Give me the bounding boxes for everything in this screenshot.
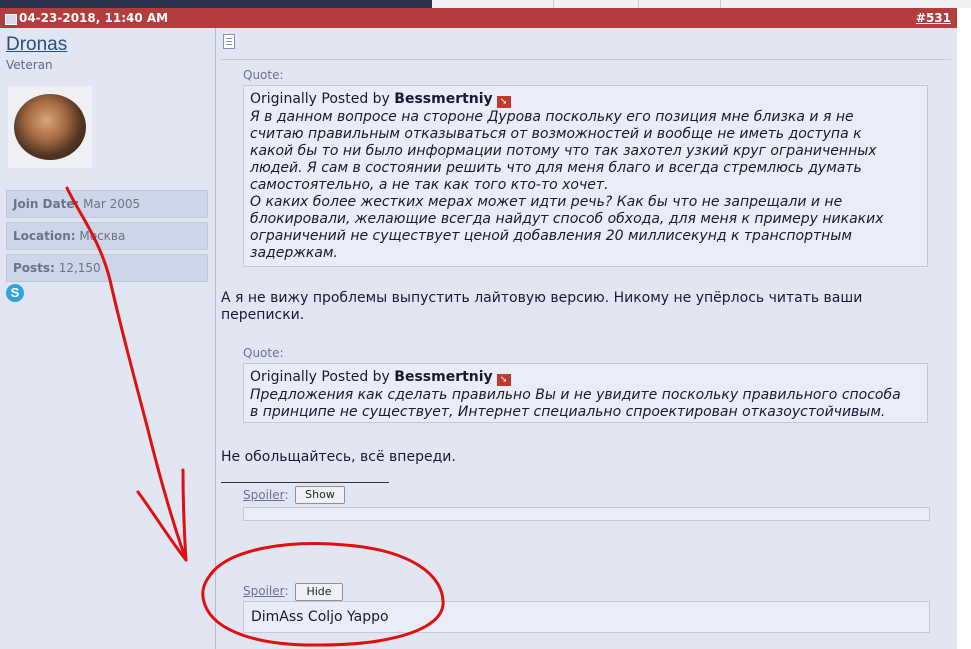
quote-header: Originally Posted by Bessmertniy ➘	[250, 91, 921, 108]
join-date-label: Join Date:	[13, 197, 80, 211]
posts-box: Posts: 12,150	[6, 254, 208, 282]
quote-line: какой бы то ни было информации потому чт…	[250, 143, 877, 159]
top-tab-strip	[0, 0, 971, 8]
post-number[interactable]: #531	[916, 11, 951, 25]
join-date-value: Mar 2005	[83, 197, 141, 211]
reply-text: А я не вижу проблемы выпустить лайтовую …	[221, 290, 862, 324]
location-value: Москва	[79, 229, 126, 243]
join-date-box: Join Date: Mar 2005	[6, 190, 208, 218]
reply-text-2: Не обольщайтесь, всё впереди.	[221, 449, 456, 465]
reply-line: А я не вижу проблемы выпустить лайтовую …	[221, 290, 863, 306]
tab-divider	[720, 0, 721, 8]
quote-label: Quote:	[243, 346, 284, 360]
avatar-pilot-image	[14, 94, 86, 160]
quote-box: Originally Posted by Bessmertniy ➘ Предло…	[243, 363, 928, 423]
spoiler-content-collapsed	[243, 507, 930, 521]
spoiler-label-colon: :	[284, 584, 289, 598]
spoiler-label-text: Spoiler	[243, 584, 285, 598]
location-box: Location: Москва	[6, 222, 208, 250]
quote-prefix: Originally Posted by	[250, 91, 390, 107]
quote-line: Предложения как сделать правильно Вы и н…	[250, 387, 901, 403]
quote-line: в принципе не существует, Интернет специ…	[250, 404, 886, 420]
divider	[221, 59, 951, 60]
quote-header: Originally Posted by Bessmertniy ➘	[250, 369, 921, 386]
quote-label: Quote:	[243, 68, 284, 82]
quote-prefix: Originally Posted by	[250, 369, 390, 385]
quote-text: Я в данном вопросе на стороне Дурова пос…	[250, 109, 921, 262]
spoiler-hide-button[interactable]: Hide	[295, 583, 343, 601]
post-date: 04-23-2018, 11:40 AM	[19, 11, 169, 25]
page-gutter	[957, 8, 971, 649]
quote-line: людей. Я сам в состоянии решить что для …	[250, 160, 862, 176]
post-header: 04-23-2018, 11:40 AM #531	[0, 8, 957, 28]
quote-line: ограничений не существует ценой добавлен…	[250, 228, 852, 244]
quote-line: блокировали, желающие всегда найдут спос…	[250, 211, 884, 227]
user-title: Veteran	[6, 58, 53, 72]
quote-line: О каких более жестких мерах может идти р…	[250, 194, 843, 210]
quote-text: Предложения как сделать правильно Вы и н…	[250, 387, 921, 421]
quote-author[interactable]: Bessmertniy	[394, 369, 492, 385]
skype-icon[interactable]: S	[6, 284, 24, 302]
spoiler-content-open: DimAss Coljo Yappo	[243, 601, 930, 633]
quote-author[interactable]: Bessmertniy	[394, 91, 492, 107]
spoiler-label: Spoiler:	[243, 488, 289, 502]
reply-line: переписки.	[221, 307, 305, 323]
post-number-link[interactable]: #531	[916, 11, 951, 25]
avatar[interactable]	[8, 86, 92, 168]
tab-divider	[553, 0, 554, 8]
view-post-arrow-icon[interactable]: ➘	[496, 374, 511, 386]
location-label: Location:	[13, 229, 76, 243]
spoiler-show-button[interactable]: Show	[295, 486, 345, 504]
user-info-pane: Dronas Veteran Join Date: Mar 2005 Locat…	[0, 28, 216, 649]
posts-value: 12,150	[58, 261, 101, 275]
username-link[interactable]: Dronas	[6, 34, 67, 56]
view-post-arrow-icon[interactable]: ➘	[496, 96, 511, 108]
quote-line: задержкам.	[250, 245, 338, 261]
spoiler-label: Spoiler:	[243, 584, 289, 598]
quote-line: Я в данном вопросе на стороне Дурова пос…	[250, 109, 854, 125]
spoiler-label-colon: :	[284, 488, 289, 502]
quote-line: самостоятельно, а не так как того кто-то…	[250, 177, 609, 193]
spoiler-label-text: Spoiler	[243, 488, 285, 502]
post-content: Quote: Originally Posted by Bessmertniy ➘…	[216, 28, 957, 649]
tab-divider	[638, 0, 639, 8]
posts-label: Posts:	[13, 261, 55, 275]
quote-box: Originally Posted by Bessmertniy ➘ Я в да…	[243, 85, 928, 267]
document-icon	[223, 34, 235, 49]
active-tab-bar[interactable]	[0, 0, 432, 8]
quote-line: считаю правильным отказываться от возмож…	[250, 126, 862, 142]
post-status-icon	[5, 14, 17, 25]
signature-divider	[221, 482, 389, 483]
